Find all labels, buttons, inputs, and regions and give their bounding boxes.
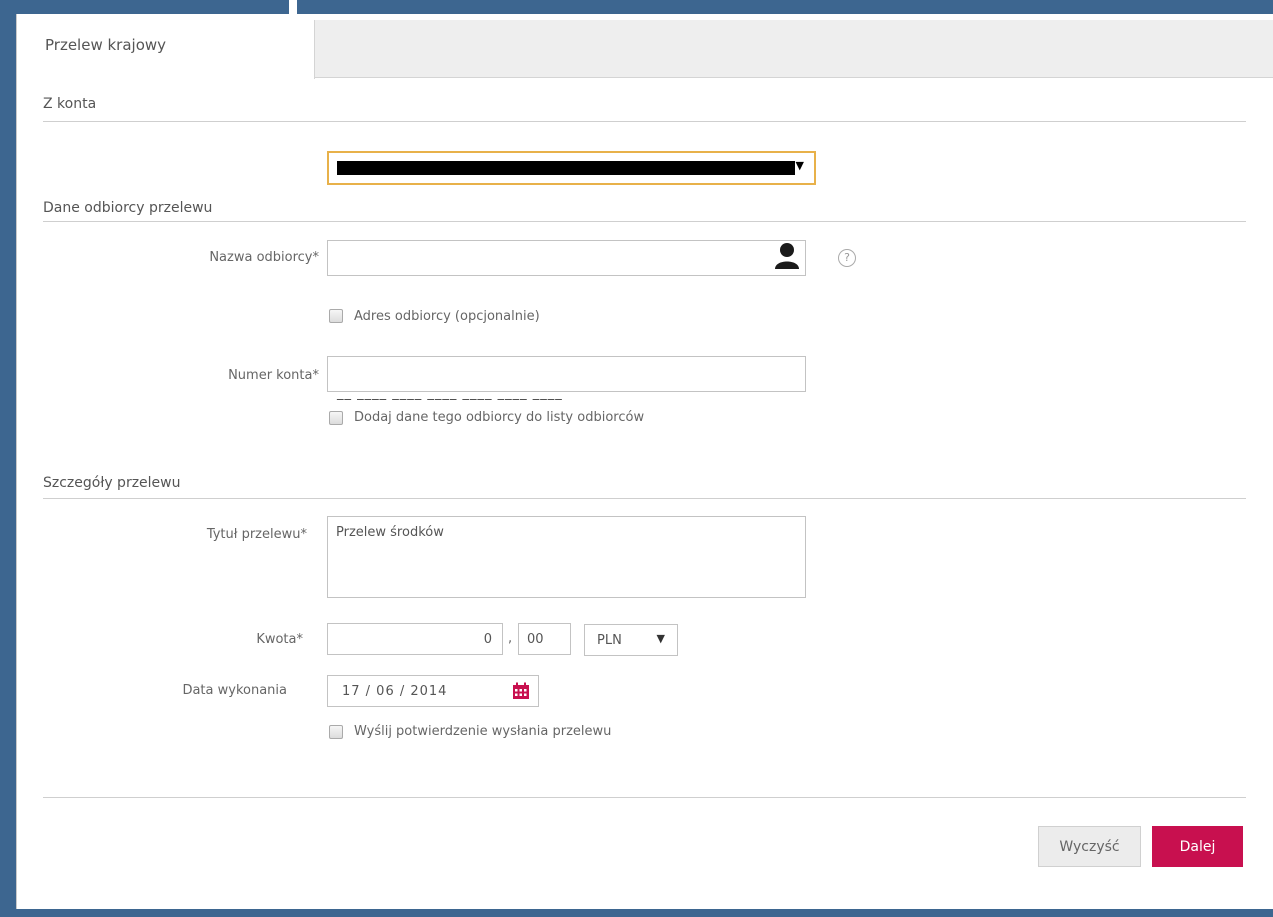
clear-button[interactable]: Wyczyść bbox=[1038, 826, 1141, 867]
person-icon[interactable] bbox=[772, 241, 802, 271]
currency-select[interactable]: PLN ▼ bbox=[584, 624, 678, 656]
execution-date-label: Data wykonania bbox=[182, 683, 287, 698]
transfer-title-label: Tytuł przelewu* bbox=[206, 527, 307, 542]
amount-separator: , bbox=[508, 631, 513, 646]
transfer-title-input[interactable]: Przelew środków bbox=[327, 516, 806, 598]
send-confirmation-checkbox[interactable] bbox=[329, 725, 343, 739]
add-recipient-checkbox[interactable] bbox=[329, 411, 343, 425]
section-title-from-account: Z konta bbox=[43, 96, 97, 112]
transfer-form-panel: Przelew krajowy Z konta ▼ Dane odbiorcy … bbox=[16, 14, 1273, 909]
tab-domestic-transfer[interactable]: Przelew krajowy bbox=[17, 20, 315, 79]
amount-label: Kwota* bbox=[256, 632, 303, 647]
calendar-icon[interactable] bbox=[512, 682, 530, 700]
address-checkbox-label: Adres odbiorcy (opcjonalnie) bbox=[354, 309, 540, 324]
account-number-mask: __ ____ ____ ____ ____ ____ ____ bbox=[337, 386, 563, 401]
divider bbox=[43, 221, 1246, 222]
recipient-name-label: Nazwa odbiorcy* bbox=[209, 250, 319, 265]
section-title-recipient: Dane odbiorcy przelewu bbox=[43, 200, 213, 216]
next-button[interactable]: Dalej bbox=[1152, 826, 1243, 867]
send-confirmation-label: Wyślij potwierdzenie wysłania przelewu bbox=[354, 724, 612, 739]
section-title-details: Szczegóły przelewu bbox=[43, 475, 181, 491]
from-account-select[interactable]: ▼ bbox=[327, 151, 816, 185]
page-background bbox=[0, 0, 1273, 14]
help-circle-icon[interactable]: ? bbox=[838, 249, 856, 267]
redacted-account bbox=[337, 161, 795, 175]
divider bbox=[43, 121, 1246, 122]
tab-bar: Przelew krajowy bbox=[17, 20, 1273, 79]
caret-down-icon: ▼ bbox=[795, 159, 804, 172]
execution-date-value: 17 / 06 / 2014 bbox=[342, 684, 448, 699]
divider bbox=[43, 498, 1246, 499]
caret-down-icon: ▼ bbox=[656, 632, 665, 645]
amount-decimal-input[interactable] bbox=[518, 623, 571, 655]
address-checkbox[interactable] bbox=[329, 309, 343, 323]
amount-integer-input[interactable] bbox=[327, 623, 503, 655]
divider bbox=[43, 797, 1246, 798]
recipient-name-input[interactable] bbox=[327, 240, 806, 276]
add-recipient-checkbox-label: Dodaj dane tego odbiorcy do listy odbior… bbox=[354, 410, 645, 425]
currency-value: PLN bbox=[597, 633, 622, 648]
execution-date-input[interactable]: 17 / 06 / 2014 bbox=[327, 675, 539, 707]
account-number-label: Numer konta* bbox=[228, 368, 319, 383]
